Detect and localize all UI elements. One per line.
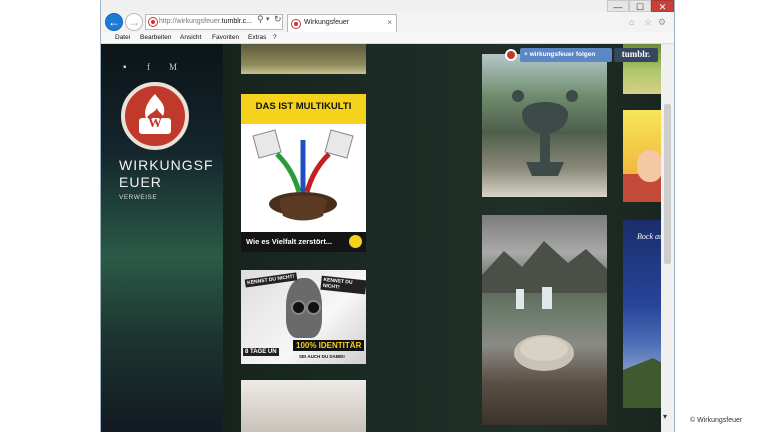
face-left [637,150,661,182]
multikulti-caption: Wie es Vielfalt zerstört... [246,237,333,246]
minimize-button[interactable]: — [607,0,629,12]
restore-button[interactable]: ☐ [629,0,651,12]
blog-avatar[interactable] [505,49,517,61]
close-icon: ✕ [658,2,667,12]
post-image-top-left[interactable] [241,44,366,74]
post-grid: DAS IST MULTIKULTI Wie es Vielfalt zerst… [223,44,661,432]
post-multikulti[interactable]: DAS IST MULTIKULTI Wie es Vielfalt zerst… [241,94,366,252]
identitaer-headline: 100% IDENTITÄR [293,340,365,351]
tab-close-icon[interactable]: × [387,15,392,31]
vertical-scrollbar[interactable]: ▾ [661,44,674,432]
menu-favoriten[interactable]: Favoriten [212,32,239,43]
tumblr-dashboard-button[interactable]: tumblr. [614,48,658,62]
tab-wirkungsfeuer[interactable]: Wirkungsfeuer × [287,14,397,32]
menu-ansicht[interactable]: Ansicht [180,32,201,43]
post-deutschland[interactable]: Bock auf Deutschland [623,220,661,408]
site-logo[interactable]: W [121,82,189,150]
paint-buckets-illustration [252,129,354,221]
blog-sidebar: ▪ f M W WIRKUNGSF EUER VERWEISE [101,44,223,432]
site-favicon-icon [149,18,157,26]
goggle-right [306,300,321,315]
identitaer-days: 8 TAGE UN [243,348,279,356]
image-credit: © Wirkungsfeuer [690,417,743,424]
tab-title: Wirkungsfeuer [304,19,350,26]
follow-button[interactable]: + wirkungsfeuer folgen [520,48,612,62]
tumblr-controls: + wirkungsfeuer folgen tumblr. [501,48,661,62]
menu-extras[interactable]: Extras [248,32,266,43]
dropdown-icon[interactable]: ▾ [266,15,270,23]
forward-button[interactable]: → [125,13,143,31]
address-prefix: http://wirkungsfeuer. [159,18,222,25]
page-viewport: ▪ f M W WIRKUNGSF EUER VERWEISE DAS IST … [101,44,661,432]
post-image-bottom-left[interactable] [241,380,366,432]
minimize-icon: — [613,2,623,12]
identitaer-subline: SEI AUCH DU DABEI! [299,354,345,359]
site-subtitle-link[interactable]: VERWEISE [119,194,157,201]
goggle-left [291,300,306,315]
fountain-statue-illustration [512,90,578,176]
tab-favicon-icon [292,20,300,28]
refresh-icon[interactable]: ↻ [274,14,282,25]
address-host: tumblr.c... [221,18,252,25]
close-window-button[interactable]: ✕ [651,0,674,12]
post-fountain[interactable] [482,54,607,197]
site-title[interactable]: WIRKUNGSF EUER [119,157,214,191]
scrollbar-thumb[interactable] [664,104,671,264]
facebook-icon[interactable]: f [147,62,150,72]
mountain-waterfall-illustration [482,241,607,371]
post-three-women-poster[interactable] [623,110,661,202]
medium-icon[interactable]: M [169,62,177,72]
browser-window: — ☐ ✕ ← → http://wirkungsfeuer.tumblr.c.… [100,0,675,432]
lambda-icon [349,235,362,248]
ibex-on-rock-illustration [623,358,661,408]
back-button[interactable]: ← [105,13,123,31]
back-arrow-icon: ← [108,15,120,29]
address-row: ← → http://wirkungsfeuer.tumblr.c... ⚲ ▾… [101,12,674,32]
menu-bearbeiten[interactable]: Bearbeiten [140,32,171,43]
logo-letter: W [148,116,162,131]
share-icon[interactable]: ▪ [123,62,127,73]
home-icon[interactable]: ⌂ [629,17,634,27]
scroll-down-arrow-icon[interactable]: ▾ [663,412,667,421]
forward-arrow-icon: → [128,15,140,29]
multikulti-title: DAS IST MULTIKULTI [255,101,352,112]
post-landscape[interactable] [482,215,607,425]
post-identitaer[interactable]: KENNST DU NICHT! KENNST DU NICHT! 8 TAGE… [241,270,366,364]
menu-help[interactable]: ? [273,32,277,43]
search-icon[interactable]: ⚲ [257,14,264,25]
menu-bar: Datei Bearbeiten Ansicht Favoriten Extra… [101,32,674,44]
restore-icon: ☐ [635,2,645,12]
favorites-star-icon[interactable]: ☆ [644,17,652,28]
tools-gear-icon[interactable]: ⚙ [658,17,666,28]
menu-datei[interactable]: Datei [115,32,130,43]
